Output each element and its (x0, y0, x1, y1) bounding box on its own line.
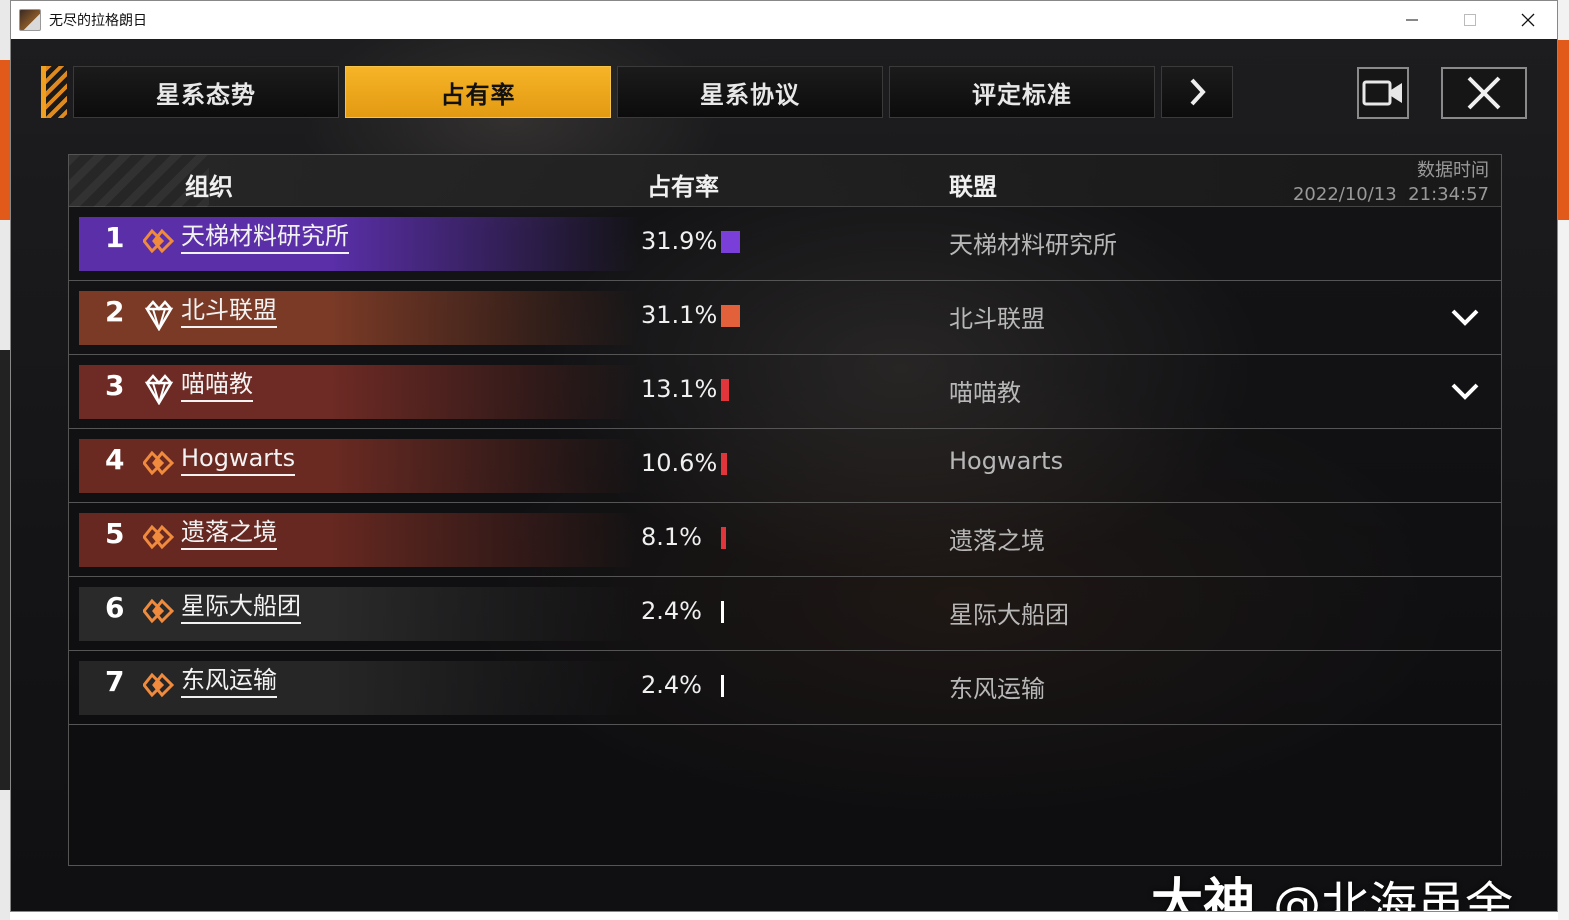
chevron-right-icon (1190, 78, 1206, 106)
diamond-icon (142, 595, 175, 627)
occupancy-percent: 2.4% (641, 597, 702, 625)
close-icon (1521, 13, 1535, 27)
tab-next-button[interactable] (1161, 66, 1233, 118)
data-time-label: 数据时间 (1417, 160, 1489, 181)
alliance-name: 星际大船团 (949, 601, 1069, 629)
desktop-dark-strip (0, 350, 10, 790)
alliance-name: 天梯材料研究所 (949, 231, 1117, 259)
occupancy-table: 组织 占有率 联盟 数据时间 2022/10/13 21:34:57 1 天梯材料… (68, 154, 1502, 866)
title-bar[interactable]: 无尽的拉格朗日 (11, 1, 1557, 39)
tab-label: 星系态势 (156, 80, 256, 109)
header-alliance: 联盟 (949, 173, 997, 201)
alliance-name: 北斗联盟 (949, 305, 1045, 333)
alliance-name: 东风运输 (949, 675, 1045, 703)
row-rank: 7 (105, 665, 125, 698)
crown-gem-icon (143, 373, 175, 406)
occupancy-percent: 2.4% (641, 671, 702, 699)
table-row[interactable]: 1 天梯材料研究所 31.9% 天梯材料研究所 (69, 207, 1501, 281)
video-camera-icon (1362, 80, 1402, 106)
org-name-link[interactable]: Hogwarts (181, 443, 296, 476)
row-rank: 3 (105, 369, 125, 402)
chevron-down-icon[interactable] (1449, 303, 1481, 331)
header-org: 组织 (185, 173, 233, 201)
tab-occupancy-rate[interactable]: 占有率 (345, 66, 611, 118)
org-name-link[interactable]: 东风运输 (181, 665, 277, 698)
occupancy-percent: 31.9% (641, 227, 718, 255)
org-name-link[interactable]: 喵喵教 (181, 369, 253, 402)
row-rank: 6 (105, 591, 125, 624)
tab-label: 评定标准 (972, 80, 1072, 109)
row-rank: 1 (105, 221, 125, 254)
table-row[interactable]: 2 北斗联盟 31.1% 北斗联盟 (69, 281, 1501, 355)
occupancy-bar (721, 675, 724, 697)
window-close-button[interactable] (1499, 1, 1557, 39)
occupancy-bar (721, 527, 726, 549)
minimize-icon (1406, 19, 1418, 21)
close-icon (1467, 76, 1501, 110)
chevron-down-icon[interactable] (1449, 377, 1481, 405)
tab-accent-stripe (41, 66, 67, 118)
alliance-name: 喵喵教 (949, 379, 1021, 407)
maximize-button[interactable] (1441, 1, 1499, 39)
alliance-name: 遗落之境 (949, 527, 1045, 555)
table-row[interactable]: 5 遗落之境 8.1% 遗落之境 (69, 503, 1501, 577)
desktop-orange-strip-right (1558, 40, 1569, 220)
occupancy-percent: 8.1% (641, 523, 702, 551)
table-row[interactable]: 6 星际大船团 2.4% 星际大船团 (69, 577, 1501, 651)
minimize-button[interactable] (1383, 1, 1441, 39)
data-time-value: 2022/10/13 21:34:57 (1292, 184, 1489, 205)
record-button[interactable] (1357, 67, 1409, 119)
occupancy-bar (721, 379, 729, 401)
game-area: 星系态势 占有率 星系协议 评定标准 组织 占有率 联盟 数据时间 2022/1… (11, 39, 1557, 911)
alliance-name: Hogwarts (949, 447, 1064, 475)
maximize-icon (1464, 14, 1476, 26)
watermark-brand: 大神 (1151, 874, 1256, 911)
tab-rating-criteria[interactable]: 评定标准 (889, 66, 1155, 118)
tab-galaxy-status[interactable]: 星系态势 (73, 66, 339, 118)
app-icon (19, 9, 41, 31)
table-header: 组织 占有率 联盟 数据时间 2022/10/13 21:34:57 (69, 155, 1501, 207)
header-rate: 占有率 (647, 173, 719, 201)
crown-gem-icon (143, 299, 175, 332)
diamond-icon (142, 521, 175, 553)
org-name-link[interactable]: 遗落之境 (181, 517, 277, 550)
tab-label: 星系协议 (700, 80, 800, 109)
occupancy-percent: 10.6% (641, 449, 718, 477)
row-rank: 4 (105, 443, 125, 476)
desktop-orange-strip (0, 60, 10, 220)
row-rank: 5 (105, 517, 125, 550)
data-time: 数据时间 2022/10/13 21:34:57 (1293, 159, 1489, 207)
close-panel-button[interactable] (1441, 67, 1527, 119)
tab-galaxy-agreement[interactable]: 星系协议 (617, 66, 883, 118)
desktop-background-right (1558, 0, 1569, 920)
occupancy-percent: 31.1% (641, 301, 718, 329)
org-name-link[interactable]: 天梯材料研究所 (181, 221, 349, 254)
occupancy-bar (721, 231, 740, 253)
occupancy-bar (721, 601, 724, 623)
org-name-link[interactable]: 北斗联盟 (181, 295, 277, 328)
diamond-icon (142, 447, 175, 479)
table-row[interactable]: 7 东风运输 2.4% 东风运输 (69, 651, 1501, 725)
row-rank: 2 (105, 295, 125, 328)
occupancy-bar (721, 305, 740, 327)
occupancy-percent: 13.1% (641, 375, 718, 403)
game-window: 无尽的拉格朗日 星系态势 占有率 星系协议 评定标准 组织 占有率 联盟 数据时… (10, 0, 1558, 912)
table-row[interactable]: 3 喵喵教 13.1% 喵喵教 (69, 355, 1501, 429)
watermark-handle: @北海虽余 (1273, 877, 1514, 911)
diamond-icon (142, 669, 175, 701)
tab-label: 占有率 (440, 80, 516, 109)
watermark: 大神 @北海虽余 (1151, 861, 1513, 911)
window-title: 无尽的拉格朗日 (49, 13, 147, 29)
occupancy-bar (721, 453, 727, 475)
diamond-icon (142, 225, 175, 257)
org-name-link[interactable]: 星际大船团 (181, 591, 301, 624)
desktop-background-left (0, 0, 10, 920)
table-row[interactable]: 4 Hogwarts 10.6% Hogwarts (69, 429, 1501, 503)
